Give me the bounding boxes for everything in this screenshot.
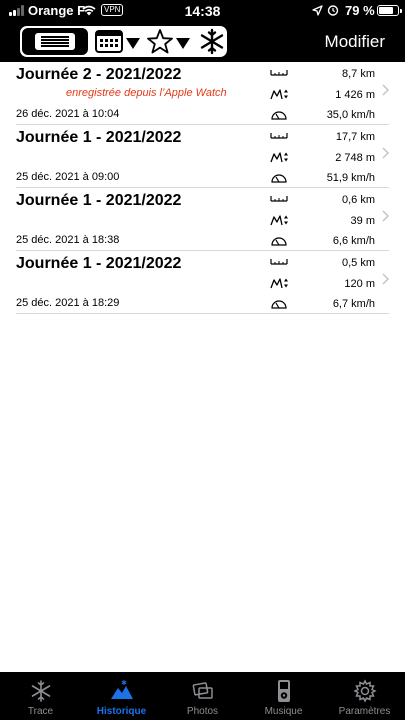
- elevation-icon: [270, 278, 288, 289]
- chevron-right-icon: [382, 147, 389, 159]
- row-distance: 0,6 km: [341, 194, 375, 206]
- row-title: Journée 1 - 2021/2022: [16, 192, 182, 209]
- favorites-filter-button[interactable]: [146, 28, 194, 55]
- speedometer-icon: [271, 300, 287, 309]
- location-arrow-icon: [312, 5, 323, 16]
- mountain-icon: [110, 680, 133, 699]
- chevron-right-icon: [382, 210, 389, 222]
- row-date: 25 déc. 2021 à 09:00: [16, 171, 120, 183]
- row-elevation: 39 m: [350, 215, 375, 227]
- tab-label: Photos: [186, 706, 219, 717]
- speedometer-icon: [271, 174, 287, 183]
- history-row-3[interactable]: Journée 1 - 2021/2022 25 déc. 2021 à 18:…: [16, 188, 389, 251]
- row-speed: 35,0 km/h: [326, 109, 375, 121]
- history-list: Journée 2 - 2021/2022 enregistrée depuis…: [0, 62, 405, 314]
- battery-percent: 79 %: [345, 3, 375, 18]
- tab-photos[interactable]: Photos: [162, 672, 243, 720]
- tab-label: Musique: [264, 706, 303, 717]
- tab-bar: Trace Historique Photos Musique Paramètres: [0, 672, 405, 720]
- distance-icon: [270, 70, 288, 76]
- alarm-icon: [327, 5, 339, 16]
- chevron-right-icon: [382, 273, 389, 285]
- battery-icon: [377, 5, 402, 16]
- row-distance: 0,5 km: [341, 257, 375, 269]
- season-filter-button[interactable]: [197, 28, 227, 55]
- row-elevation: 120 m: [344, 278, 375, 290]
- row-speed: 51,9 km/h: [326, 172, 375, 184]
- view-toolbar: [20, 26, 227, 57]
- calendar-filter-button[interactable]: [94, 28, 144, 55]
- elevation-icon: [270, 89, 288, 100]
- speedometer-icon: [271, 111, 287, 120]
- tab-parametres[interactable]: Paramètres: [324, 672, 405, 720]
- top-bar: Orange F VPN 14:38 79 % Modifier: [0, 0, 405, 62]
- tab-label: Paramètres: [338, 706, 391, 717]
- row-title: Journée 1 - 2021/2022: [16, 255, 182, 272]
- row-elevation: 2 748 m: [335, 152, 375, 164]
- row-speed: 6,7 km/h: [332, 298, 375, 310]
- elevation-icon: [270, 215, 288, 226]
- row-distance: 8,7 km: [341, 68, 375, 80]
- snowflake-icon: [31, 680, 50, 702]
- status-bar: Orange F VPN 14:38 79 %: [0, 0, 405, 22]
- row-title: Journée 2 - 2021/2022: [16, 66, 182, 83]
- tab-label: Trace: [27, 706, 54, 717]
- row-title: Journée 1 - 2021/2022: [16, 129, 182, 146]
- row-date: 25 déc. 2021 à 18:29: [16, 297, 120, 309]
- distance-icon: [270, 196, 288, 202]
- snowflake-icon: [200, 28, 224, 55]
- row-date: 25 déc. 2021 à 18:38: [16, 234, 120, 246]
- tab-musique[interactable]: Musique: [243, 672, 324, 720]
- speedometer-icon: [271, 237, 287, 246]
- distance-icon: [270, 259, 288, 265]
- row-date: 26 déc. 2021 à 10:04: [16, 108, 120, 120]
- distance-icon: [270, 133, 288, 139]
- history-row-4[interactable]: Journée 1 - 2021/2022 25 déc. 2021 à 18:…: [16, 251, 389, 314]
- gear-icon: [352, 679, 377, 703]
- list-view-button[interactable]: [22, 28, 88, 55]
- row-source: enregistrée depuis l’Apple Watch: [66, 87, 227, 99]
- photos-icon: [192, 682, 213, 699]
- elevation-icon: [270, 152, 288, 163]
- tab-trace[interactable]: Trace: [0, 672, 81, 720]
- history-row-1[interactable]: Journée 2 - 2021/2022 enregistrée depuis…: [16, 62, 389, 125]
- list-icon: [35, 33, 75, 50]
- calendar-icon: [95, 30, 140, 53]
- tab-label: Historique: [96, 706, 147, 717]
- ipod-icon: [277, 680, 290, 702]
- edit-button[interactable]: Modifier: [325, 32, 385, 52]
- row-distance: 17,7 km: [335, 131, 375, 143]
- star-icon: [147, 29, 190, 54]
- chevron-right-icon: [382, 84, 389, 96]
- row-elevation: 1 426 m: [335, 89, 375, 101]
- tab-historique[interactable]: Historique: [81, 672, 162, 720]
- history-row-2[interactable]: Journée 1 - 2021/2022 25 déc. 2021 à 09:…: [16, 125, 389, 188]
- row-speed: 6,6 km/h: [332, 235, 375, 247]
